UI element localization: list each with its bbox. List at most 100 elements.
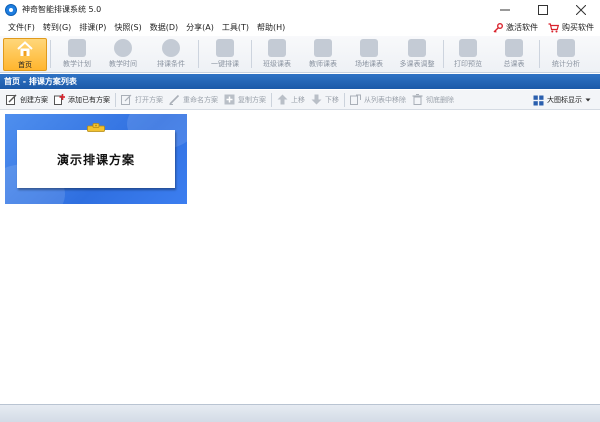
remove-icon	[350, 94, 361, 105]
ribbon-teaching-plan[interactable]: 教学计划	[55, 38, 99, 71]
ribbon-toolbar: 首页 教学计划 教学时间 排课条件 一键排课 班级课表 教师课表 场地课表 多课…	[0, 36, 600, 73]
menu-bar: 文件(F) 转到(G) 排课(P) 快照(S) 数据(D) 分享(A) 工具(T…	[0, 19, 600, 36]
ribbon-auto-schedule-label: 一键排课	[211, 60, 239, 68]
plan-card-title: 演示排课方案	[56, 152, 135, 167]
delete-plan-button[interactable]: 彻底删除	[409, 91, 457, 109]
toolbar-separator	[115, 92, 116, 107]
ribbon-class-table[interactable]: 班级课表	[255, 38, 299, 71]
remove-from-list-button[interactable]: 从列表中移除	[347, 91, 409, 109]
buy-software-label: 购买软件	[562, 23, 594, 32]
ribbon-print-preview-label: 打印预览	[454, 60, 482, 68]
window-title: 神奇智能排课系统 5.0	[22, 5, 102, 14]
move-down-button[interactable]: 下移	[308, 91, 342, 109]
section-header: 首页 - 排课方案列表	[0, 74, 600, 89]
menu-share[interactable]: 分享(A)	[182, 19, 218, 36]
ribbon-multi-table-label: 多课表调整	[399, 60, 435, 68]
ribbon-conditions[interactable]: 排课条件	[148, 38, 194, 71]
ribbon-teaching-time-label: 教学时间	[109, 60, 137, 68]
menu-right-actions: 激活软件 购买软件	[493, 19, 594, 36]
activate-software-link[interactable]: 激活软件	[493, 22, 538, 33]
menu-tools[interactable]: 工具(T)	[218, 19, 253, 36]
auto-schedule-icon	[216, 39, 234, 57]
ribbon-room-table-label: 场地课表	[355, 60, 383, 68]
view-mode-dropdown[interactable]: 大图标显示	[530, 91, 594, 109]
ribbon-separator	[50, 40, 51, 68]
ribbon-multi-table[interactable]: 多课表调整	[394, 38, 440, 71]
toolbar-separator	[271, 92, 272, 107]
remove-from-list-label: 从列表中移除	[364, 95, 406, 104]
chevron-down-icon	[585, 98, 591, 102]
menu-help[interactable]: 帮助(H)	[253, 19, 289, 36]
arrow-down-icon	[311, 94, 322, 105]
plan-card-paper: 演示排课方案	[17, 130, 175, 188]
menu-snapshot[interactable]: 快照(S)	[110, 19, 145, 36]
teacher-table-icon	[314, 39, 332, 57]
copy-icon	[224, 94, 235, 105]
ribbon-separator	[198, 40, 199, 68]
copy-plan-button[interactable]: 复制方案	[221, 91, 269, 109]
activate-software-label: 激活软件	[506, 23, 538, 32]
create-plan-button[interactable]: 创建方案	[3, 91, 51, 109]
copy-plan-label: 复制方案	[238, 95, 266, 104]
ribbon-teacher-table[interactable]: 教师课表	[301, 38, 345, 71]
view-mode-label: 大图标显示	[547, 96, 582, 104]
open-icon	[121, 94, 132, 105]
add-icon	[54, 94, 65, 105]
menu-schedule[interactable]: 排课(P)	[75, 19, 110, 36]
stats-icon	[557, 39, 575, 57]
menu-goto[interactable]: 转到(G)	[39, 19, 75, 36]
move-up-button[interactable]: 上移	[274, 91, 308, 109]
key-icon	[493, 22, 503, 33]
close-button[interactable]	[562, 0, 600, 19]
master-table-icon	[505, 39, 523, 57]
cart-icon	[548, 22, 559, 32]
plan-toolbar: 创建方案 添加已有方案 打开方案 重命名方案 复制方案 上移 下移 从列表中移除…	[0, 90, 600, 110]
ribbon-teacher-table-label: 教师课表	[309, 60, 337, 68]
plan-card[interactable]: 演示排课方案	[5, 114, 187, 204]
rename-icon	[169, 94, 180, 105]
ribbon-teaching-plan-label: 教学计划	[63, 60, 91, 68]
room-table-icon	[360, 39, 378, 57]
move-down-label: 下移	[325, 95, 339, 104]
buy-software-link[interactable]: 购买软件	[548, 22, 594, 33]
ribbon-teaching-time[interactable]: 教学时间	[101, 38, 145, 71]
menu-data[interactable]: 数据(D)	[146, 19, 182, 36]
title-bar: 神奇智能排课系统 5.0	[0, 0, 600, 19]
ribbon-statistics[interactable]: 统计分析	[544, 38, 588, 71]
add-existing-plan-label: 添加已有方案	[68, 95, 110, 104]
create-plan-label: 创建方案	[20, 95, 48, 104]
ribbon-home[interactable]: 首页	[3, 38, 47, 71]
class-table-icon	[268, 39, 286, 57]
home-icon	[17, 41, 33, 56]
clock-icon	[114, 39, 132, 57]
minimize-icon	[500, 9, 510, 10]
ribbon-separator	[251, 40, 252, 68]
app-logo-icon	[5, 3, 17, 16]
delete-plan-label: 彻底删除	[426, 95, 454, 104]
ribbon-class-table-label: 班级课表	[263, 60, 291, 68]
ribbon-room-table[interactable]: 场地课表	[347, 38, 391, 71]
ribbon-separator	[539, 40, 540, 68]
arrow-up-icon	[277, 94, 288, 105]
menu-file[interactable]: 文件(F)	[4, 19, 39, 36]
ribbon-master-table[interactable]: 总课表	[492, 38, 536, 71]
maximize-icon	[538, 4, 548, 15]
add-existing-plan-button[interactable]: 添加已有方案	[51, 91, 113, 109]
open-plan-button[interactable]: 打开方案	[118, 91, 166, 109]
ribbon-conditions-label: 排课条件	[157, 60, 185, 68]
clip-icon	[87, 123, 105, 132]
move-up-label: 上移	[291, 95, 305, 104]
rename-plan-label: 重命名方案	[183, 95, 218, 104]
plan-icon	[68, 39, 86, 57]
rename-plan-button[interactable]: 重命名方案	[166, 91, 221, 109]
ribbon-auto-schedule[interactable]: 一键排课	[203, 38, 247, 71]
toolbar-separator	[344, 92, 345, 107]
ribbon-print-preview[interactable]: 打印预览	[446, 38, 490, 71]
maximize-button[interactable]	[524, 0, 562, 19]
window-controls	[486, 0, 600, 19]
trash-icon	[412, 94, 423, 105]
status-bar	[0, 404, 600, 422]
ribbon-statistics-label: 统计分析	[552, 60, 580, 68]
minimize-button[interactable]	[486, 0, 524, 19]
ribbon-master-table-label: 总课表	[503, 60, 525, 68]
